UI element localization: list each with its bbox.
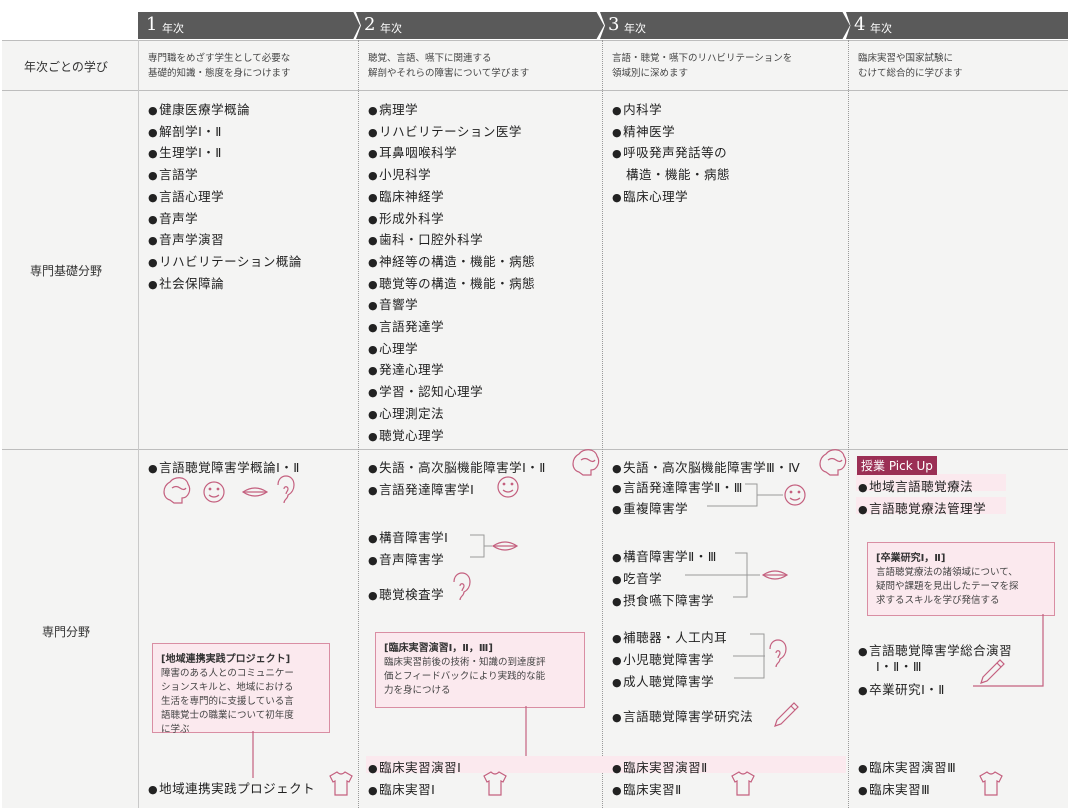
tshirt-icon — [731, 771, 755, 796]
ear-icon — [769, 639, 787, 668]
smile-icon — [784, 484, 806, 506]
ear-icon — [277, 475, 295, 504]
smile-icon — [497, 476, 519, 498]
tshirt-icon — [329, 771, 353, 796]
lips-icon — [241, 487, 269, 497]
bracket-connector — [707, 483, 783, 507]
bracket-connector — [733, 633, 765, 679]
bracket-connector — [685, 552, 760, 598]
curriculum-page: 1 年次 2 年次 3 年次 4 年次 年次ごとの学び 専門基礎分野 専門分野 … — [0, 0, 1070, 808]
smile-icon — [203, 481, 225, 503]
brain-icon — [163, 477, 191, 504]
pencil-icon — [774, 702, 799, 727]
bracket-connector — [470, 534, 492, 558]
decoration-layer — [163, 449, 1044, 796]
brain-icon — [572, 449, 600, 476]
pencil-icon — [980, 659, 1005, 684]
lips-icon — [491, 541, 519, 551]
lips-icon — [761, 570, 789, 580]
box-connector — [973, 614, 1044, 687]
tshirt-icon — [483, 771, 507, 796]
tshirt-icon — [979, 771, 1003, 796]
ear-icon — [453, 572, 471, 601]
brain-icon — [819, 449, 847, 476]
